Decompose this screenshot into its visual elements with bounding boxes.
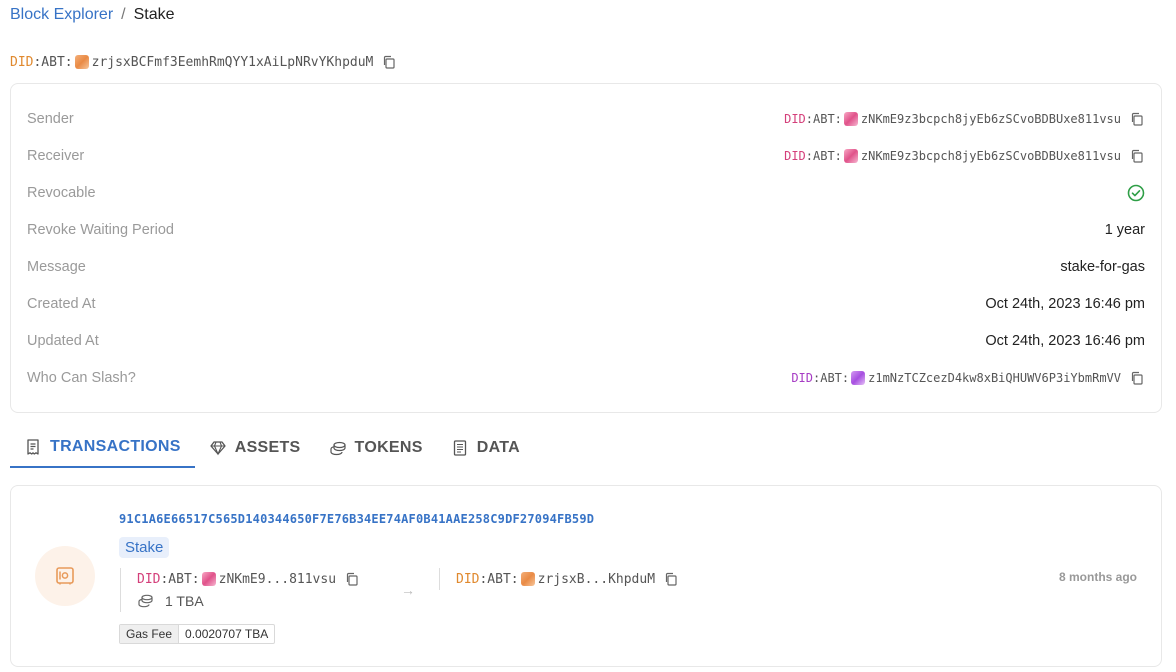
breadcrumb-separator: / [121, 6, 126, 23]
page-did: DID :ABT: zrjsxBCFmf3EemhRmQYY1xAiLpNRvY… [10, 54, 397, 70]
tab-label: TRANSACTIONS [50, 438, 181, 455]
detail-row-who-can-slash: Who Can Slash? DID :ABT: z1mNzTCZcezD4kw… [27, 366, 1145, 390]
safe-icon [56, 567, 74, 585]
created-at-value: Oct 24th, 2023 16:46 pm [985, 296, 1145, 312]
breadcrumb: Block Explorer / Stake [10, 6, 175, 24]
did-method: :ABT: [805, 112, 842, 126]
revoke-waiting-period-value: 1 year [1104, 222, 1145, 238]
did-avatar-icon [201, 572, 216, 586]
detail-row-created-at: Created At Oct 24th, 2023 16:46 pm [27, 292, 1145, 316]
did-method: :ABT: [805, 149, 842, 163]
copy-icon[interactable] [344, 571, 360, 587]
receiver-address[interactable]: zNKmE9z3bcpch8jyEb6zSCvoBDBUxe811vsu [861, 149, 1121, 163]
did-address[interactable]: zrjsxBCFmf3EemhRmQYY1xAiLpNRvYKhpduM [92, 55, 374, 70]
who-can-slash-address[interactable]: z1mNzTCZcezD4kw8xBiQHUWV6P3iYbmRmVV [868, 371, 1121, 385]
did-avatar-icon [843, 112, 858, 126]
updated-at-value: Oct 24th, 2023 16:46 pm [985, 333, 1145, 349]
did-method: :ABT: [160, 571, 200, 587]
tab-label: TOKENS [354, 439, 423, 456]
did-avatar-icon [843, 149, 858, 163]
transaction-to: DID :ABT: zrjsxB...KhpduM [439, 568, 679, 590]
receiver-label: Receiver [27, 148, 85, 164]
copy-icon[interactable] [381, 54, 397, 70]
revocable-value [1127, 184, 1145, 202]
diamond-icon [210, 441, 226, 456]
tab-label: DATA [476, 439, 520, 456]
sender-address[interactable]: zNKmE9z3bcpch8jyEb6zSCvoBDBUxe811vsu [861, 112, 1121, 126]
created-at-label: Created At [27, 296, 96, 312]
did-prefix: DID [456, 571, 480, 587]
detail-row-revocable: Revocable [27, 181, 1145, 205]
copy-icon[interactable] [663, 571, 679, 587]
document-icon [453, 440, 466, 456]
detail-row-receiver: Receiver DID :ABT: zNKmE9z3bcpch8jyEb6zS… [27, 144, 1145, 168]
copy-icon[interactable] [1129, 370, 1145, 386]
who-can-slash-label: Who Can Slash? [27, 370, 136, 386]
detail-row-revoke-waiting-period: Revoke Waiting Period 1 year [27, 218, 1145, 242]
tab-data[interactable]: DATA [437, 428, 534, 468]
sender-value: DID :ABT: zNKmE9z3bcpch8jyEb6zSCvoBDBUxe… [784, 111, 1145, 127]
message-label: Message [27, 259, 86, 275]
gas-fee-value: 0.0020707 TBA [185, 627, 269, 641]
tab-tokens[interactable]: TOKENS [315, 428, 437, 468]
did-prefix: DID [10, 54, 34, 70]
detail-row-updated-at: Updated At Oct 24th, 2023 16:46 pm [27, 329, 1145, 353]
receiver-value: DID :ABT: zNKmE9z3bcpch8jyEb6zSCvoBDBUxe… [784, 148, 1145, 164]
did-method: :ABT: [813, 371, 850, 385]
breadcrumb-block-explorer[interactable]: Block Explorer [10, 6, 113, 24]
revoke-waiting-period-label: Revoke Waiting Period [27, 222, 174, 238]
breadcrumb-current: Stake [133, 6, 175, 23]
tab-bar: TRANSACTIONS ASSETS TOKENS DATA [10, 428, 534, 468]
copy-icon[interactable] [1129, 111, 1145, 127]
transaction-card: 91C1A6E66517C565D140344650F7E76B34EE74AF… [10, 485, 1162, 667]
updated-at-label: Updated At [27, 333, 99, 349]
did-prefix: DID [137, 571, 161, 587]
transaction-amount: 1 TBA [137, 593, 360, 609]
gas-fee-tag: Gas Fee 0.0020707 TBA [119, 624, 276, 644]
tab-label: ASSETS [234, 439, 301, 456]
transaction-from: DID :ABT: zNKmE9...811vsu 1 TBA [120, 568, 360, 612]
arrow-right-icon: → [401, 582, 415, 598]
who-can-slash-value: DID :ABT: z1mNzTCZcezD4kw8xBiQHUWV6P3iYb… [791, 370, 1145, 386]
transaction-time: 8 months ago [1058, 570, 1137, 584]
did-prefix: DID [784, 112, 806, 126]
detail-row-sender: Sender DID :ABT: zNKmE9z3bcpch8jyEb6zSCv… [27, 107, 1145, 131]
did-prefix: DID [791, 371, 813, 385]
transaction-hash-link[interactable]: 91C1A6E66517C565D140344650F7E76B34EE74AF… [119, 512, 594, 526]
to-address-link[interactable]: zrjsxB...KhpduM [538, 572, 655, 587]
message-value: stake-for-gas [1060, 259, 1145, 275]
revocable-label: Revocable [27, 185, 96, 201]
coins-icon [329, 441, 346, 456]
did-avatar-icon [851, 371, 866, 385]
receipt-icon [27, 439, 39, 455]
did-method: :ABT: [33, 54, 73, 70]
tab-assets[interactable]: ASSETS [195, 428, 315, 468]
stake-details-card: Sender DID :ABT: zNKmE9z3bcpch8jyEb6zSCv… [10, 83, 1162, 413]
detail-row-message: Message stake-for-gas [27, 255, 1145, 279]
coins-icon [138, 594, 153, 608]
check-circle-icon [1127, 184, 1145, 202]
copy-icon[interactable] [1129, 148, 1145, 164]
from-address-link[interactable]: zNKmE9...811vsu [219, 572, 336, 587]
transaction-type-badge: Stake [119, 537, 170, 558]
tab-transactions[interactable]: TRANSACTIONS [10, 428, 195, 468]
amount-value: 1 TBA [165, 593, 204, 609]
sender-label: Sender [27, 111, 74, 127]
transaction-type-avatar [35, 546, 95, 606]
gas-fee-label: Gas Fee [120, 625, 180, 643]
did-avatar-icon [520, 572, 535, 586]
did-method: :ABT: [479, 571, 519, 587]
did-avatar-icon [74, 55, 89, 69]
did-prefix: DID [784, 149, 806, 163]
